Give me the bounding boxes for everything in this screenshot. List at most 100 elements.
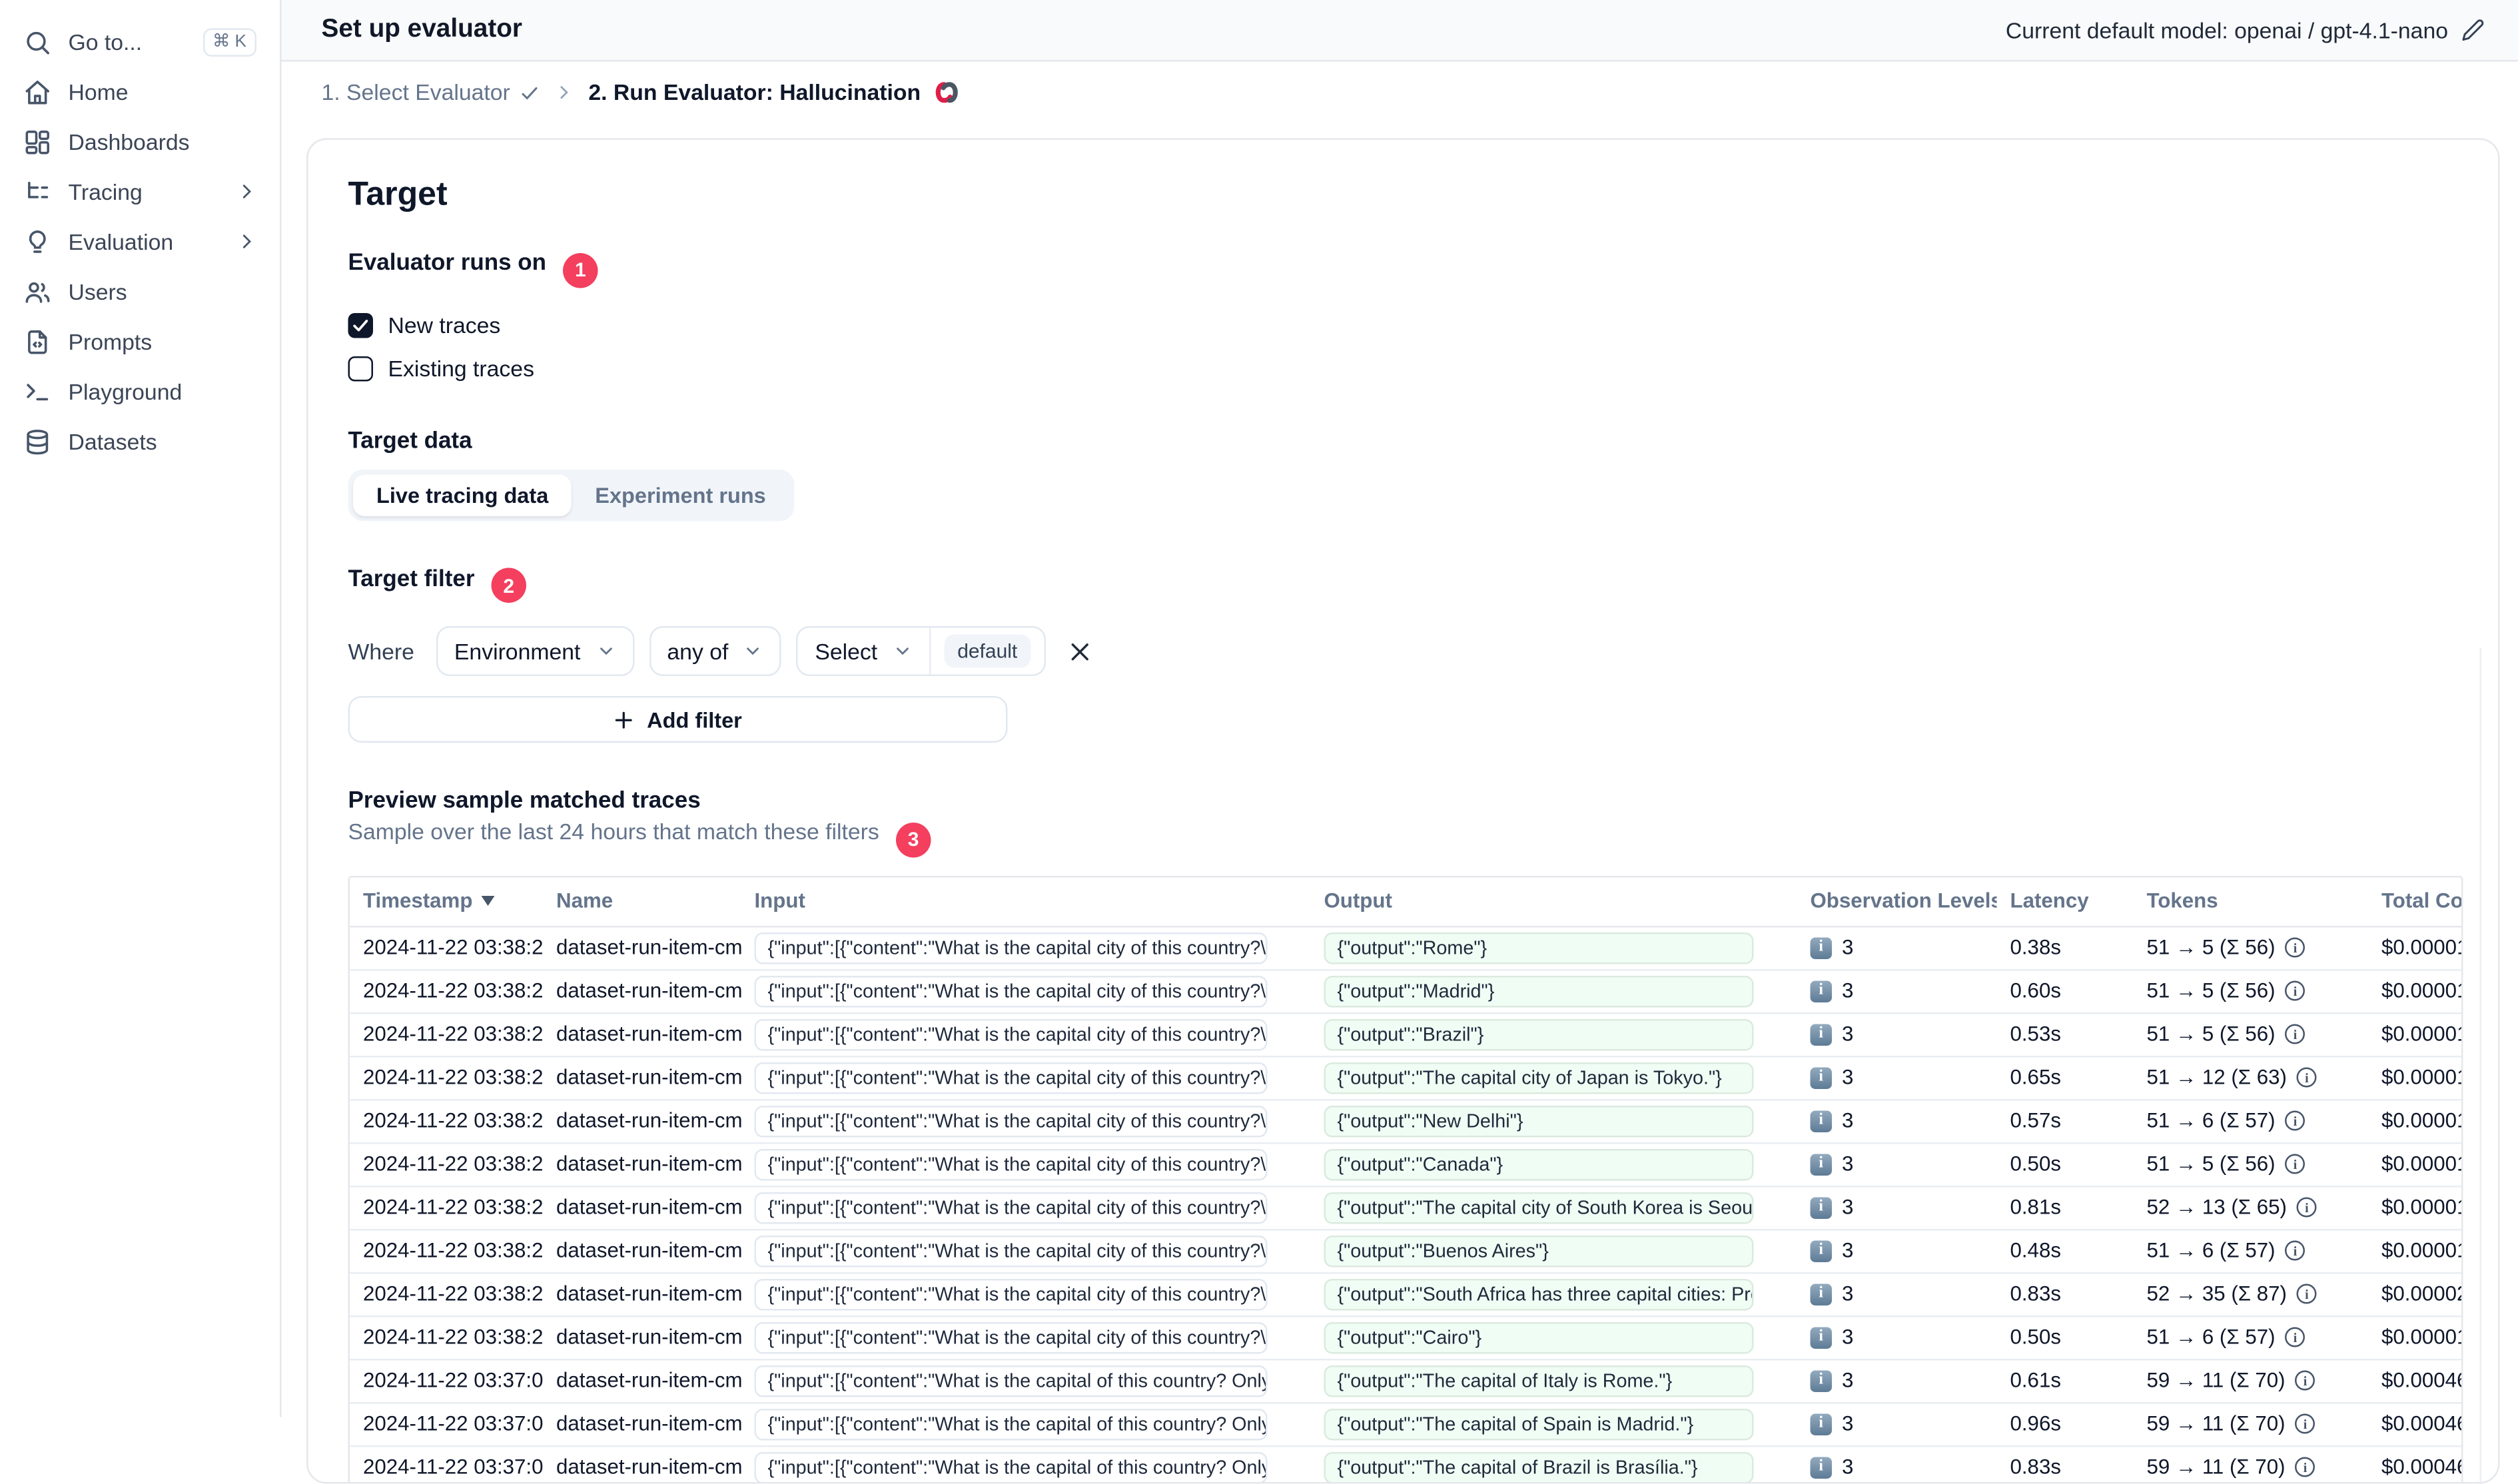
cell-input: {"input":[{"content":"What is the capita… bbox=[741, 926, 1311, 969]
col-header-input[interactable]: Input bbox=[741, 877, 1311, 926]
col-header-output[interactable]: Output bbox=[1311, 877, 1797, 926]
trace-row[interactable]: 2024-11-22 03:38:27dataset-run-item-cm3s… bbox=[350, 1012, 2463, 1056]
trace-row[interactable]: 2024-11-22 03:38:23dataset-run-item-cm3s… bbox=[350, 1229, 2463, 1272]
cell-output: {"output":"Cairo"} bbox=[1311, 1315, 1797, 1359]
filter-operator-select[interactable]: any of bbox=[649, 626, 781, 676]
cell-output: {"output":"The capital city of South Kor… bbox=[1311, 1186, 1797, 1229]
cell-timestamp: 2024-11-22 03:38:27 bbox=[350, 1012, 543, 1056]
cell-input: {"input":[{"content":"What is the capita… bbox=[741, 1272, 1311, 1315]
cell-name: dataset-run-item-cm3s4 bbox=[543, 969, 741, 1012]
filter-value-select[interactable]: Select default bbox=[797, 626, 1046, 676]
target-filter-label: Target filter bbox=[348, 563, 475, 590]
sidebar-item-users[interactable]: Users bbox=[0, 266, 280, 316]
trace-row[interactable]: 2024-11-22 03:37:02dataset-run-item-cm3s… bbox=[350, 1402, 2463, 1445]
cell-observation-levels: i3 bbox=[1797, 969, 1997, 1012]
sidebar-item-evaluation[interactable]: Evaluation bbox=[0, 216, 280, 266]
cell-latency: 0.50s bbox=[1997, 1315, 2134, 1359]
sidebar-item-home[interactable]: Home bbox=[0, 67, 280, 117]
trace-row[interactable]: 2024-11-22 03:38:22dataset-run-item-cm3s… bbox=[350, 1272, 2463, 1315]
tab-live-tracing-data[interactable]: Live tracing data bbox=[353, 474, 572, 516]
token-info-icon[interactable]: i bbox=[2286, 981, 2306, 1001]
cell-output: {"output":"The capital of Italy is Rome.… bbox=[1311, 1359, 1797, 1402]
add-filter-button[interactable]: Add filter bbox=[348, 696, 1008, 743]
col-header-tokens[interactable]: Tokens bbox=[2134, 877, 2369, 926]
sidebar-item-datasets[interactable]: Datasets bbox=[0, 416, 280, 466]
input-preview-box: {"input":[{"content":"What is the capita… bbox=[755, 932, 1268, 964]
checkbox[interactable] bbox=[348, 312, 374, 338]
info-square-icon: i bbox=[1811, 1283, 1833, 1305]
cell-input: {"input":[{"content":"What is the capita… bbox=[741, 1099, 1311, 1142]
token-info-icon[interactable]: i bbox=[2286, 1024, 2306, 1044]
sidebar-item-tracing[interactable]: Tracing bbox=[0, 167, 280, 216]
goto-kbd-shortcut: ⌘ K bbox=[203, 27, 256, 56]
input-preview-box: {"input":[{"content":"What is the capita… bbox=[755, 1278, 1268, 1310]
token-info-icon[interactable]: i bbox=[2286, 1327, 2306, 1347]
breadcrumb-step1[interactable]: 1. Select Evaluator bbox=[322, 80, 540, 105]
trace-row[interactable]: 2024-11-22 03:38:21dataset-run-item-cm3s… bbox=[350, 1315, 2463, 1359]
col-header-total-cost[interactable]: Total Cost bbox=[2368, 877, 2463, 926]
output-preview-box: {"output":"The capital of Brazil is Bras… bbox=[1324, 1451, 1754, 1483]
chevron-right-icon bbox=[236, 232, 256, 252]
sidebar: Go to... ⌘ K HomeDashboardsTracingEvalua… bbox=[0, 0, 282, 1417]
output-preview-box: {"output":"The capital city of Japan is … bbox=[1324, 1062, 1754, 1094]
col-header-timestamp[interactable]: Timestamp bbox=[350, 877, 543, 926]
cell-input: {"input":[{"content":"What is the capita… bbox=[741, 1229, 1311, 1272]
token-info-icon[interactable]: i bbox=[2286, 1154, 2306, 1174]
cell-timestamp: 2024-11-22 03:38:28 bbox=[350, 969, 543, 1012]
trace-row[interactable]: 2024-11-22 03:38:26dataset-run-item-cm3s… bbox=[350, 1099, 2463, 1142]
cell-output: {"output":"The capital city of Japan is … bbox=[1311, 1056, 1797, 1099]
token-info-icon[interactable]: i bbox=[2297, 1284, 2317, 1304]
cell-latency: 0.38s bbox=[1997, 926, 2134, 969]
playground-icon bbox=[23, 377, 52, 406]
checkbox-row-0[interactable]: New traces bbox=[348, 307, 2472, 342]
trace-row[interactable]: 2024-11-22 03:38:25dataset-run-item-cm3s… bbox=[350, 1142, 2463, 1186]
sidebar-item-prompts[interactable]: Prompts bbox=[0, 316, 280, 366]
cell-latency: 0.60s bbox=[1997, 969, 2134, 1012]
trace-row[interactable]: 2024-11-22 03:38:28dataset-run-item-cm3s… bbox=[350, 926, 2463, 969]
cell-latency: 0.48s bbox=[1997, 1229, 2134, 1272]
col-header-latency[interactable]: Latency bbox=[1997, 877, 2134, 926]
token-info-icon[interactable]: i bbox=[2297, 1068, 2317, 1088]
token-info-icon[interactable]: i bbox=[2296, 1414, 2315, 1434]
edit-model-icon[interactable] bbox=[2461, 19, 2485, 42]
checkbox[interactable] bbox=[348, 356, 374, 381]
filter-column-select[interactable]: Environment bbox=[436, 626, 633, 676]
cell-name: dataset-run-item-cm3s4 bbox=[543, 1315, 741, 1359]
col-header-observation-levels[interactable]: Observation Levels bbox=[1797, 877, 1997, 926]
plus-icon bbox=[614, 709, 635, 731]
info-square-icon: i bbox=[1811, 1240, 1833, 1262]
sidebar-item-dashboards[interactable]: Dashboards bbox=[0, 117, 280, 167]
table-scrollbar[interactable] bbox=[2480, 648, 2482, 1483]
chevron-down-icon bbox=[596, 641, 616, 661]
remove-filter-icon[interactable] bbox=[1067, 639, 1092, 664]
trace-row[interactable]: 2024-11-22 03:38:24dataset-run-item-cm3s… bbox=[350, 1186, 2463, 1229]
sidebar-item-playground[interactable]: Playground bbox=[0, 366, 280, 416]
goto-search[interactable]: Go to... ⌘ K bbox=[0, 17, 280, 67]
trace-row[interactable]: 2024-11-22 03:38:26dataset-run-item-cm3s… bbox=[350, 1056, 2463, 1099]
info-square-icon: i bbox=[1811, 980, 1833, 1002]
cell-timestamp: 2024-11-22 03:38:25 bbox=[350, 1142, 543, 1186]
trace-row[interactable]: 2024-11-22 03:37:03dataset-run-item-cm3s… bbox=[350, 1359, 2463, 1402]
cell-total-cost: $0.000015 bbox=[2368, 1056, 2463, 1099]
cell-latency: 0.81s bbox=[1997, 1186, 2134, 1229]
cell-name: dataset-run-item-cm3s4 bbox=[543, 1142, 741, 1186]
token-info-icon[interactable]: i bbox=[2296, 1371, 2315, 1391]
token-info-icon[interactable]: i bbox=[2286, 1111, 2306, 1131]
cell-tokens: 51 → 6 (Σ 57)i bbox=[2134, 1099, 2369, 1142]
input-preview-box: {"input":[{"content":"What is the capita… bbox=[755, 1235, 1268, 1267]
preview-subtitle: Sample over the last 24 hours that match… bbox=[348, 819, 879, 845]
input-preview-box: {"input":[{"content":"What is the capita… bbox=[755, 1018, 1268, 1050]
token-info-icon[interactable]: i bbox=[2286, 938, 2306, 958]
token-info-icon[interactable]: i bbox=[2296, 1457, 2315, 1477]
token-info-icon[interactable]: i bbox=[2286, 1241, 2306, 1261]
tab-experiment-runs[interactable]: Experiment runs bbox=[572, 474, 789, 516]
breadcrumb: 1. Select Evaluator 2. Run Evaluator: Ha… bbox=[282, 62, 2518, 124]
trace-row[interactable]: 2024-11-22 03:38:28dataset-run-item-cm3s… bbox=[350, 969, 2463, 1012]
checkbox-row-1[interactable]: Existing traces bbox=[348, 350, 2472, 386]
cell-name: dataset-run-item-cm3s4 bbox=[543, 1272, 741, 1315]
trace-row[interactable]: 2024-11-22 03:37:01dataset-run-item-cm3s… bbox=[350, 1445, 2463, 1484]
token-info-icon[interactable]: i bbox=[2297, 1198, 2317, 1218]
input-preview-box: {"input":[{"content":"What is the capita… bbox=[755, 975, 1268, 1007]
col-header-name[interactable]: Name bbox=[543, 877, 741, 926]
cell-total-cost: $0.00046 ( bbox=[2368, 1359, 2463, 1402]
